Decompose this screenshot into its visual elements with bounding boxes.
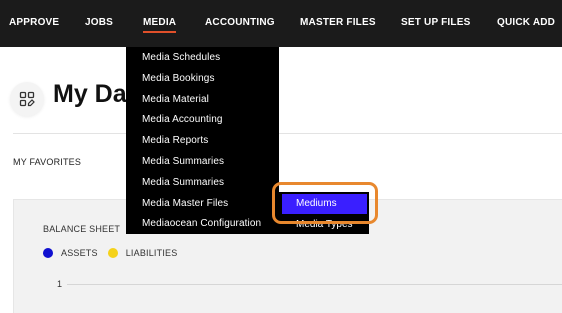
menu-item-media-reports[interactable]: Media Reports	[142, 135, 208, 146]
legend-assets-label[interactable]: ASSETS	[61, 248, 98, 258]
dashboard-edit-icon[interactable]	[10, 82, 44, 116]
top-navigation-bar: APPROVE JOBS MEDIA ACCOUNTING MASTER FIL…	[0, 0, 562, 47]
nav-approve[interactable]: APPROVE	[9, 17, 59, 28]
dashboard-edit-glyph	[19, 91, 35, 107]
divider	[13, 133, 562, 134]
menu-item-media-accounting[interactable]: Media Accounting	[142, 114, 223, 125]
my-favorites-label[interactable]: MY FAVORITES	[13, 157, 81, 167]
chart-legend: ASSETS LIABILITIES	[43, 248, 187, 258]
chart-gridline	[67, 284, 562, 285]
nav-master-files[interactable]: MASTER FILES	[300, 17, 376, 28]
menu-item-media-bookings[interactable]: Media Bookings	[142, 73, 215, 84]
media-dropdown-menu: Media Schedules Media Bookings Media Mat…	[126, 47, 279, 234]
assets-legend-dot	[43, 248, 53, 258]
nav-set-up-files[interactable]: SET UP FILES	[401, 17, 470, 28]
y-axis-tick-label: 1	[57, 279, 63, 289]
submenu-item-media-types[interactable]: Media Types	[296, 219, 353, 230]
submenu-item-mediums[interactable]: Mediums	[282, 194, 367, 214]
widget-title: BALANCE SHEET	[43, 224, 121, 234]
nav-jobs[interactable]: JOBS	[85, 17, 113, 28]
media-master-files-submenu: Mediums Media Types	[279, 192, 369, 234]
menu-item-media-material[interactable]: Media Material	[142, 94, 209, 105]
legend-liabilities-label[interactable]: LIABILITIES	[126, 248, 178, 258]
menu-item-media-summaries[interactable]: Media Summaries	[142, 156, 224, 167]
menu-item-mediaocean-configuration[interactable]: Mediaocean Configuration	[142, 218, 261, 229]
menu-item-media-master-files[interactable]: Media Master Files	[142, 198, 228, 209]
nav-media[interactable]: MEDIA	[143, 17, 177, 33]
menu-item-media-schedules[interactable]: Media Schedules	[142, 52, 220, 63]
liabilities-legend-dot	[107, 248, 118, 258]
page-title: My Da	[53, 80, 127, 108]
menu-item-media-summaries-2[interactable]: Media Summaries	[142, 177, 224, 188]
nav-quick-add[interactable]: QUICK ADD	[497, 17, 555, 28]
nav-accounting[interactable]: ACCOUNTING	[205, 17, 275, 28]
